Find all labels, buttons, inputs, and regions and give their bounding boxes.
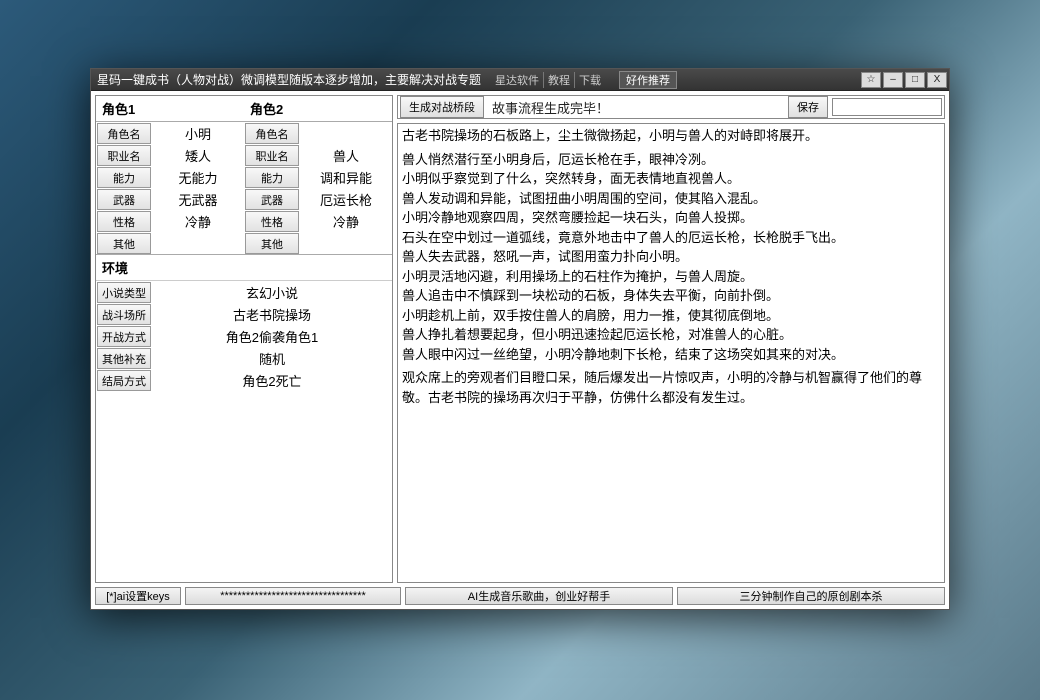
env-row: 结局方式角色2死亡 [96,369,392,391]
recommend-button[interactable]: 好作推荐 [619,71,677,89]
minimize-button[interactable]: – [883,72,903,88]
titlebar: 星码一键成书（人物对战）微调模型随版本逐步增加，主要解决对战专题 星达软件 教程… [91,69,949,91]
char-attr-button[interactable]: 武器 [97,189,151,210]
env-value: 随机 [152,347,392,369]
generate-button[interactable]: 生成对战桥段 [400,96,484,118]
character-row: 性格冷静性格冷静 [96,210,392,232]
char2-value: 厄运长枪 [300,188,392,210]
char-attr-button[interactable]: 职业名 [245,145,299,166]
env-attr-button[interactable]: 小说类型 [97,282,151,303]
char-attr-button[interactable]: 武器 [245,189,299,210]
right-panel: 生成对战桥段 故事流程生成完毕！ 保存 古老书院操场的石板路上，尘土微微扬起，小… [397,95,945,583]
char-attr-button[interactable]: 职业名 [97,145,151,166]
story-paragraph: 观众席上的旁观者们目瞪口呆，随后爆发出一片惊叹声，小明的冷静与机智赢得了他们的尊… [402,368,940,407]
char2-value: 兽人 [300,144,392,166]
char2-value [300,232,392,254]
character-row: 能力无能力能力调和异能 [96,166,392,188]
character-row: 武器无武器武器厄运长枪 [96,188,392,210]
save-filename-input[interactable] [832,98,942,116]
char-attr-button[interactable]: 能力 [97,167,151,188]
env-attr-button[interactable]: 其他补充 [97,348,151,369]
character-rows: 角色名小明角色名职业名矮人职业名兽人能力无能力能力调和异能武器无武器武器厄运长枪… [96,122,392,254]
story-paragraph: 古老书院操场的石板路上，尘土微微扬起，小明与兽人的对峙即将展开。 [402,126,940,146]
env-row: 开战方式角色2偷袭角色1 [96,325,392,347]
env-value: 角色2偷袭角色1 [152,325,392,347]
save-button[interactable]: 保存 [788,96,828,118]
close-button[interactable]: X [927,72,947,88]
body-area: 角色1 角色2 角色名小明角色名职业名矮人职业名兽人能力无能力能力调和异能武器无… [91,91,949,587]
character-row: 职业名矮人职业名兽人 [96,144,392,166]
app-window: 星码一键成书（人物对战）微调模型随版本逐步增加，主要解决对战专题 星达软件 教程… [90,68,950,610]
masked-key-display: ********************************** [185,587,401,605]
ai-keys-button[interactable]: [*]ai设置keys [95,587,181,605]
link-download[interactable]: 下载 [575,72,605,88]
char1-value: 无能力 [152,166,244,188]
window-title: 星码一键成书（人物对战）微调模型随版本逐步增加，主要解决对战专题 [97,71,481,88]
env-rows: 小说类型玄幻小说战斗场所古老书院操场开战方式角色2偷袭角色1其他补充随机结局方式… [96,281,392,391]
character-row: 其他 其他 [96,232,392,254]
env-value: 玄幻小说 [152,281,392,303]
maximize-button[interactable]: □ [905,72,925,88]
env-attr-button[interactable]: 战斗场所 [97,304,151,325]
character-row: 角色名小明角色名 [96,122,392,144]
char1-value: 小明 [152,122,244,144]
char-attr-button[interactable]: 其他 [97,233,151,254]
env-attr-button[interactable]: 结局方式 [97,370,151,391]
right-toolbar: 生成对战桥段 故事流程生成完毕！ 保存 [397,95,945,119]
star-icon[interactable]: ☆ [861,72,881,88]
char-attr-button[interactable]: 角色名 [97,123,151,144]
char-attr-button[interactable]: 角色名 [245,123,299,144]
link-tutorial[interactable]: 教程 [544,72,575,88]
char-attr-button[interactable]: 能力 [245,167,299,188]
status-text: 故事流程生成完毕！ [492,98,609,117]
char-attr-button[interactable]: 性格 [245,211,299,232]
char2-value [300,122,392,144]
env-header: 环境 [96,254,392,281]
env-attr-button[interactable]: 开战方式 [97,326,151,347]
titlebar-links: 星达软件 教程 下载 [491,72,605,88]
env-row: 小说类型玄幻小说 [96,281,392,303]
story-paragraph: 兽人悄然潜行至小明身后，厄运长枪在手，眼神冷冽。 小明似乎察觉到了什么，突然转身… [402,150,940,365]
char2-value: 冷静 [300,210,392,232]
env-row: 其他补充随机 [96,347,392,369]
char-attr-button[interactable]: 性格 [97,211,151,232]
char1-value: 矮人 [152,144,244,166]
env-row: 战斗场所古老书院操场 [96,303,392,325]
char1-value [152,232,244,254]
character-header: 角色1 角色2 [96,96,392,122]
promo-script-button[interactable]: 三分钟制作自己的原创剧本杀 [677,587,945,605]
char-attr-button[interactable]: 其他 [245,233,299,254]
header-role2: 角色2 [244,96,300,121]
env-value: 古老书院操场 [152,303,392,325]
char1-value: 冷静 [152,210,244,232]
char1-value: 无武器 [152,188,244,210]
char2-value: 调和异能 [300,166,392,188]
left-panel: 角色1 角色2 角色名小明角色名职业名矮人职业名兽人能力无能力能力调和异能武器无… [95,95,393,583]
promo-music-button[interactable]: AI生成音乐歌曲，创业好帮手 [405,587,673,605]
header-role1: 角色1 [96,96,152,121]
bottom-bar: [*]ai设置keys ****************************… [91,587,949,609]
env-value: 角色2死亡 [152,369,392,391]
story-output[interactable]: 古老书院操场的石板路上，尘土微微扬起，小明与兽人的对峙即将展开。 兽人悄然潜行至… [397,123,945,583]
link-soft[interactable]: 星达软件 [491,72,544,88]
